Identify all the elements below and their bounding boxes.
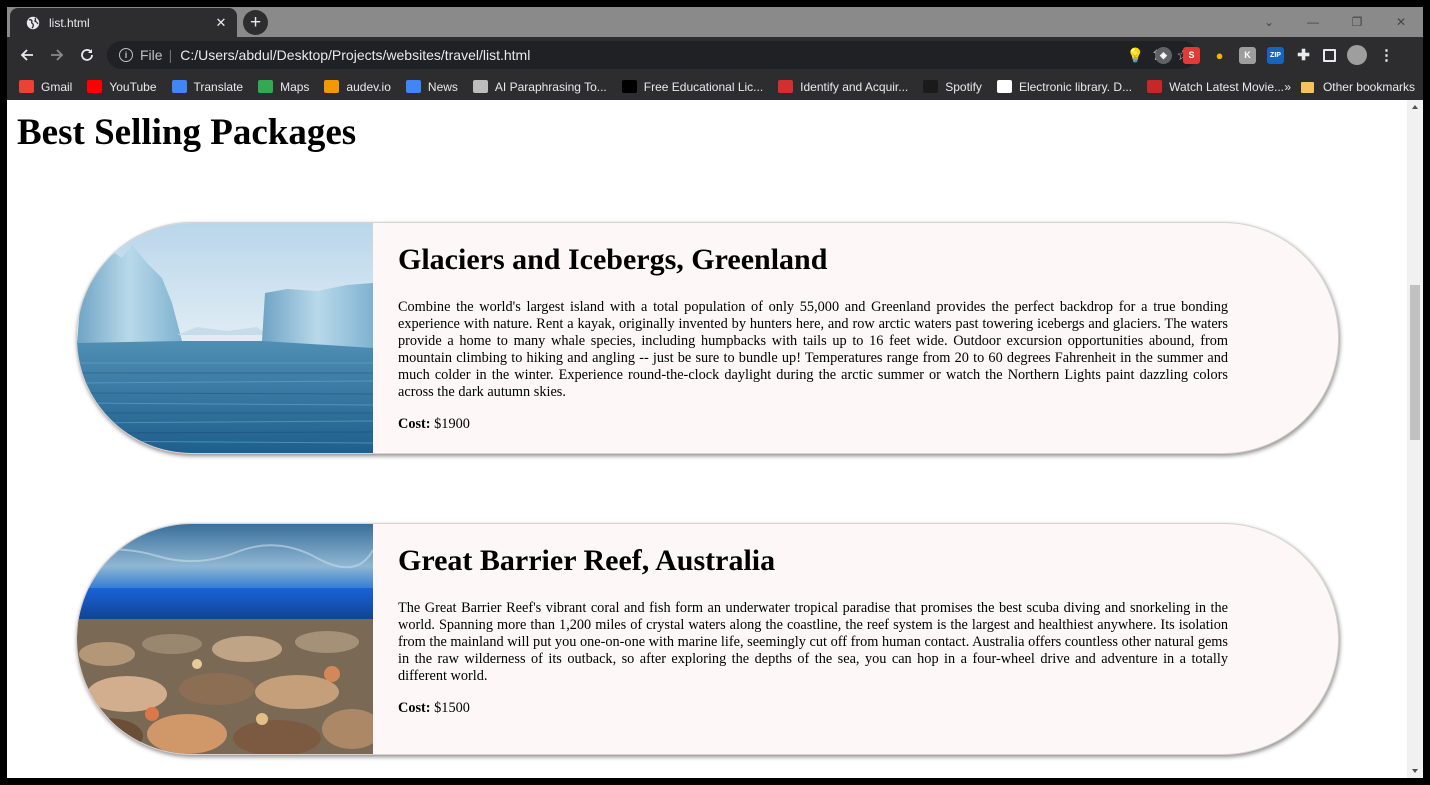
scroll-down-arrow-icon[interactable] xyxy=(1412,769,1418,773)
shield-extension-icon[interactable]: ◈ xyxy=(1155,46,1172,64)
bookmark-label: News xyxy=(427,79,458,94)
page-title: Best Selling Packages xyxy=(17,112,357,153)
package-title: Great Barrier Reef, Australia xyxy=(398,544,776,577)
cost-label: Cost: xyxy=(398,416,431,432)
bookmark-item[interactable]: Watch Latest Movie... xyxy=(1147,80,1284,94)
puzzle-icon[interactable]: ✚ xyxy=(1295,47,1312,64)
folder-icon xyxy=(1300,81,1314,93)
audev-icon xyxy=(324,80,340,93)
browser-toolbar: i File | C:/Users/abdul/Desktop/Projects… xyxy=(7,37,1423,73)
bookmark-item[interactable]: audev.io xyxy=(324,79,391,94)
bookmark-item[interactable]: News xyxy=(405,79,458,94)
bookmark-label: Identify and Acquir... xyxy=(800,79,909,94)
zip-extension-icon[interactable]: ZIP xyxy=(1267,46,1284,64)
bookmark-label: Gmail xyxy=(41,79,73,94)
scroll-up-arrow-icon[interactable] xyxy=(1412,105,1418,109)
lightbulb-icon[interactable]: 💡 xyxy=(1127,47,1144,64)
bookmark-item[interactable]: Identify and Acquir... xyxy=(778,80,908,94)
arrow-right-icon xyxy=(51,49,64,61)
spotify-icon xyxy=(923,80,939,93)
url-text: C:/Users/abdul/Desktop/Projects/websites… xyxy=(180,47,531,63)
jetbrains-icon xyxy=(621,80,637,93)
bookmark-item[interactable]: Gmail xyxy=(19,80,72,94)
identify-icon xyxy=(778,80,794,93)
bookmark-item[interactable]: Spotify xyxy=(923,80,982,94)
bookmark-item[interactable]: AI Paraphrasing To... xyxy=(472,79,607,94)
tab-search-icon[interactable]: ⌄ xyxy=(1247,15,1291,29)
translate-icon xyxy=(171,80,187,93)
bookmarks-bar: Gmail YouTube Translate Maps audev.io News AI … xyxy=(7,73,1423,100)
extensions-area: 💡 ◈ S ● K ZIP ✚ ⋮ xyxy=(1127,37,1395,73)
bookmark-item[interactable]: Translate xyxy=(171,79,244,94)
browser-window: list.html ✕ + ⌄ — ❐ ✕ i File | C:/Users/… xyxy=(7,7,1423,778)
page-viewport: Best Selling Packages Glaciers and Icebe… xyxy=(7,100,1407,778)
package-card: Glaciers and Icebergs, Greenland Combine… xyxy=(76,222,1339,454)
url-separator: | xyxy=(168,47,173,63)
close-window-button[interactable]: ✕ xyxy=(1379,15,1423,29)
bookmark-label: Maps xyxy=(280,79,310,94)
package-body: Glaciers and Icebergs, Greenland Combine… xyxy=(398,223,1228,433)
window-controls: ⌄ — ❐ ✕ xyxy=(1247,7,1423,37)
new-tab-button[interactable]: + xyxy=(243,10,268,35)
package-cost: Cost: $1500 xyxy=(398,700,1228,717)
site-info-icon[interactable]: i xyxy=(119,48,133,62)
bookmark-item[interactable]: Free Educational Lic... xyxy=(621,79,764,94)
vertical-scrollbar[interactable] xyxy=(1407,100,1423,778)
bookmark-label: Watch Latest Movie... xyxy=(1169,79,1285,94)
restore-button[interactable]: ❐ xyxy=(1335,15,1379,29)
package-body: Great Barrier Reef, Australia The Great … xyxy=(398,524,1228,717)
library-icon xyxy=(996,80,1012,93)
address-bar[interactable]: i File | C:/Users/abdul/Desktop/Projects… xyxy=(107,41,1197,69)
package-image-reef xyxy=(77,524,373,754)
scrollbar-thumb[interactable] xyxy=(1410,285,1420,440)
globe-icon xyxy=(26,16,40,30)
s-extension-icon[interactable]: S xyxy=(1183,46,1200,64)
movie-icon xyxy=(1147,80,1163,93)
reload-button[interactable] xyxy=(72,40,102,70)
cost-value: $1500 xyxy=(434,700,470,716)
quill-icon xyxy=(472,80,488,93)
bookmark-label: Spotify xyxy=(945,79,982,94)
other-bookmarks-label: Other bookmarks xyxy=(1322,80,1415,94)
bookmark-label: audev.io xyxy=(346,79,391,94)
side-panel-icon[interactable] xyxy=(1323,48,1336,62)
k-extension-icon[interactable]: K xyxy=(1239,46,1256,64)
package-description: The Great Barrier Reef's vibrant coral a… xyxy=(398,600,1228,684)
bookmark-item[interactable]: Electronic library. D... xyxy=(996,79,1133,94)
news-icon xyxy=(405,80,421,93)
close-tab-icon[interactable]: ✕ xyxy=(211,15,231,31)
bookmarks-overflow-button[interactable]: » xyxy=(1284,80,1291,94)
package-card: Great Barrier Reef, Australia The Great … xyxy=(76,523,1339,755)
other-bookmarks-button[interactable]: Other bookmarks xyxy=(1300,80,1415,94)
bookmark-label: YouTube xyxy=(109,79,157,94)
package-description: Combine the world's largest island with … xyxy=(398,299,1228,400)
menu-kebab-icon[interactable]: ⋮ xyxy=(1378,47,1395,64)
gmail-icon xyxy=(19,80,34,93)
minimize-button[interactable]: — xyxy=(1291,15,1335,29)
honey-extension-icon[interactable]: ● xyxy=(1211,47,1228,64)
package-cost: Cost: $1900 xyxy=(398,416,1228,433)
tab-strip: list.html ✕ + ⌄ — ❐ ✕ xyxy=(7,7,1423,37)
package-image-greenland xyxy=(77,223,373,453)
browser-tab[interactable]: list.html ✕ xyxy=(10,8,237,37)
bookmark-label: Translate xyxy=(193,79,244,94)
cost-value: $1900 xyxy=(434,416,470,432)
youtube-icon xyxy=(87,80,103,93)
bookmark-item[interactable]: Maps xyxy=(258,80,309,94)
package-title: Glaciers and Icebergs, Greenland xyxy=(398,243,828,276)
cost-label: Cost: xyxy=(398,700,431,716)
forward-button[interactable] xyxy=(42,40,72,70)
bookmark-item[interactable]: YouTube xyxy=(87,79,157,94)
bookmark-label: AI Paraphrasing To... xyxy=(494,79,607,94)
tab-title: list.html xyxy=(49,15,90,30)
avatar[interactable] xyxy=(1347,45,1367,65)
reload-icon xyxy=(81,49,93,61)
arrow-left-icon xyxy=(20,49,33,61)
maps-icon xyxy=(258,80,274,93)
bookmark-label: Electronic library. D... xyxy=(1018,79,1133,94)
back-button[interactable] xyxy=(12,40,42,70)
url-scheme: File xyxy=(140,47,163,63)
bookmark-label: Free Educational Lic... xyxy=(643,79,764,94)
